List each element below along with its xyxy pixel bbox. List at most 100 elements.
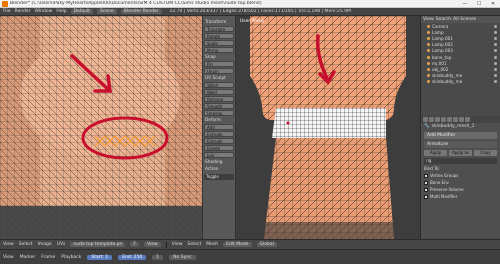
uv-menu-uvs[interactable]: UVs [57, 242, 66, 247]
lamp-icon [427, 30, 430, 34]
extrude-button-2[interactable]: Extrude [204, 138, 234, 144]
sync-mode-dropdown[interactable]: No Sync [169, 254, 196, 260]
layout-selector[interactable]: Default [70, 9, 94, 14]
weld-button[interactable]: Weld [204, 89, 234, 95]
copy-button[interactable]: Copy [474, 150, 497, 156]
viewport-menu-select[interactable]: Select [187, 242, 201, 247]
smooth-button[interactable]: Smooth [204, 103, 234, 109]
uv-menu-view[interactable]: View [3, 242, 14, 247]
mesh-icon [427, 74, 430, 78]
eye-icon[interactable] [494, 55, 497, 59]
eye-icon[interactable] [494, 74, 497, 78]
uv-view-mode[interactable]: View [144, 242, 161, 247]
scene-stats: v2.70 | Verts:203/337 | Edges:378/502 | … [169, 9, 351, 14]
scene-tab-icon[interactable] [429, 117, 434, 122]
outliner-display-mode[interactable]: All Scenes [453, 17, 476, 22]
data-tab-icon[interactable] [459, 117, 464, 122]
multi-modifier-checkbox[interactable]: Multi Modifier [424, 194, 497, 199]
modifier-header[interactable]: Armature [424, 141, 497, 148]
pin-button[interactable]: Pin [204, 61, 234, 67]
constraints-tab-icon[interactable] [447, 117, 452, 122]
properties-breadcrumb: 🔧 skinbuddy_mesh_1 [421, 123, 500, 130]
extrude-button[interactable]: Extrude [204, 131, 234, 137]
section-deform[interactable]: Deform [205, 118, 234, 123]
eye-icon[interactable] [494, 30, 497, 34]
apply-as-button[interactable]: Apply as [449, 150, 472, 156]
uv-menu-select[interactable]: Select [19, 242, 33, 247]
toggle-dropdown[interactable]: Toggle [204, 174, 234, 180]
menu-window[interactable]: Window [35, 9, 53, 14]
armature-object-field[interactable]: rig [424, 158, 497, 164]
object-tab-icon[interactable] [441, 117, 446, 122]
current-frame-field[interactable]: 1 [152, 254, 164, 260]
material-tab-icon[interactable] [465, 117, 470, 122]
eye-icon[interactable] [494, 24, 497, 28]
section-uv-sculpt[interactable]: UV Sculpt [205, 76, 234, 81]
apply-button[interactable]: Apply [424, 150, 447, 156]
timeline-menu-marker[interactable]: Marker [20, 255, 36, 260]
modifiers-tab-icon[interactable] [453, 117, 458, 122]
bone-envelopes-checkbox[interactable]: Bone Env [424, 180, 497, 185]
scene-selector[interactable]: Scene [97, 9, 117, 14]
menu-render[interactable]: Render [15, 9, 31, 14]
uv-mesh-canvas[interactable] [0, 16, 202, 239]
mirror-button[interactable]: Mirror [204, 47, 234, 53]
timeline-menu-playback[interactable]: Playback [61, 255, 81, 260]
close-button[interactable]: ✕ [486, 0, 500, 8]
timeline-menu-frame[interactable]: Frame [41, 255, 55, 260]
3d-viewport[interactable]: User Persp [236, 16, 420, 239]
image-fake-user[interactable]: F [130, 242, 140, 247]
menu-file[interactable]: File [3, 9, 11, 14]
unwrap-button[interactable]: Unwrap [204, 110, 234, 116]
outliner-view-menu[interactable]: View [423, 17, 434, 22]
mesh-icon [427, 67, 430, 71]
image-name-field[interactable]: nude top template.pn [70, 242, 126, 247]
menu-help[interactable]: Help [56, 9, 66, 14]
eye-icon[interactable] [494, 43, 497, 47]
delete-button[interactable]: Delete [204, 145, 234, 151]
remove-button[interactable]: Remove [204, 96, 234, 102]
rotate-button[interactable]: Rotate [204, 33, 234, 39]
properties-tabs [421, 116, 500, 123]
uv-menu-image[interactable]: Image [38, 242, 52, 247]
eye-icon[interactable] [494, 36, 497, 40]
maximize-button[interactable]: ☐ [472, 0, 486, 8]
section-transform[interactable]: Transform [205, 20, 234, 25]
vertex-groups-checkbox[interactable]: Vertex Groups [424, 173, 497, 178]
section-action[interactable]: Action [205, 167, 234, 172]
preserve-volume-checkbox[interactable]: Preserve Volume [424, 187, 497, 192]
uv-image-editor[interactable] [0, 16, 202, 239]
viewport-menu-view[interactable]: View [172, 242, 183, 247]
unpin-button[interactable]: Unpin [204, 68, 234, 74]
render-tab-icon[interactable] [423, 117, 428, 122]
outliner-item[interactable]: skinbuddy_me [421, 79, 500, 85]
eye-icon[interactable] [494, 49, 497, 53]
wrench-icon: 🔧 [424, 124, 430, 129]
transform-orientation-dropdown[interactable]: Global [256, 242, 277, 247]
eye-icon[interactable] [494, 80, 497, 84]
eye-icon[interactable] [494, 61, 497, 65]
minimize-button[interactable]: — [458, 0, 472, 8]
bone-icon [427, 55, 430, 59]
eye-icon[interactable] [494, 67, 497, 71]
properties-panel: 🔧 skinbuddy_mesh_1 Add Modifier Armature… [420, 116, 500, 239]
mesh-icon [427, 80, 430, 84]
outliner-search-menu[interactable]: Search [436, 17, 451, 22]
scale-button[interactable]: Scale [204, 40, 234, 46]
world-tab-icon[interactable] [435, 117, 440, 122]
section-snap[interactable]: Snap [205, 55, 234, 60]
viewport-menu-mesh[interactable]: Mesh [206, 242, 218, 247]
timeline-menu-view[interactable]: View [3, 255, 14, 260]
render-engine-selector[interactable]: Blender Render [120, 9, 162, 14]
mesh-view-canvas[interactable] [236, 16, 420, 239]
add-modifier-dropdown[interactable]: Add Modifier [424, 132, 497, 139]
interaction-mode-dropdown[interactable]: Edit Mode [223, 242, 252, 247]
add-button[interactable]: Add [204, 124, 234, 130]
section-shading[interactable]: Shading [205, 160, 234, 165]
translate-button[interactable]: Translate [204, 26, 234, 32]
join-button[interactable]: Join [204, 152, 234, 158]
end-frame-field[interactable]: End: 250 [118, 254, 147, 260]
stitch-button[interactable]: Stitch [204, 82, 234, 88]
lamp-icon [427, 43, 430, 47]
start-frame-field[interactable]: Start: 1 [87, 254, 113, 260]
